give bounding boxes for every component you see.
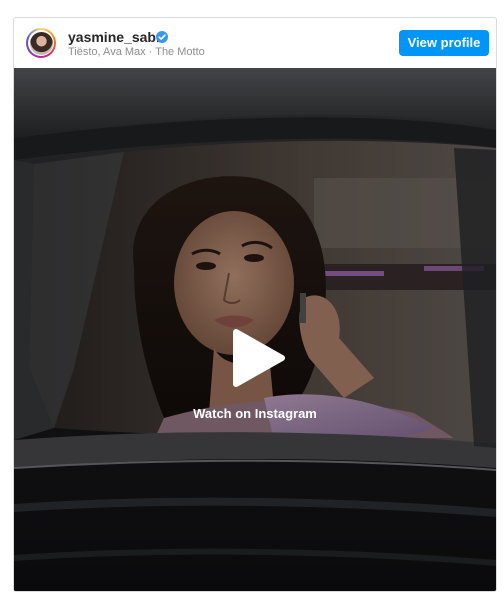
username-link[interactable]: yasmine_sabri bbox=[68, 29, 165, 45]
verified-badge-icon bbox=[156, 31, 168, 43]
instagram-embed: yasmine_sabri Tiësto, Ava Max · The Mott… bbox=[13, 17, 497, 592]
play-icon[interactable] bbox=[228, 326, 288, 390]
view-profile-button[interactable]: View profile bbox=[399, 30, 489, 56]
audio-attribution[interactable]: Tiësto, Ava Max · The Motto bbox=[68, 46, 205, 59]
post-header: yasmine_sabri Tiësto, Ava Max · The Mott… bbox=[14, 18, 496, 68]
avatar-photo bbox=[29, 31, 53, 55]
watch-on-instagram-link[interactable]: Watch on Instagram bbox=[14, 406, 496, 422]
video-thumbnail[interactable]: Watch on Instagram bbox=[14, 68, 496, 591]
avatar[interactable] bbox=[26, 28, 56, 58]
